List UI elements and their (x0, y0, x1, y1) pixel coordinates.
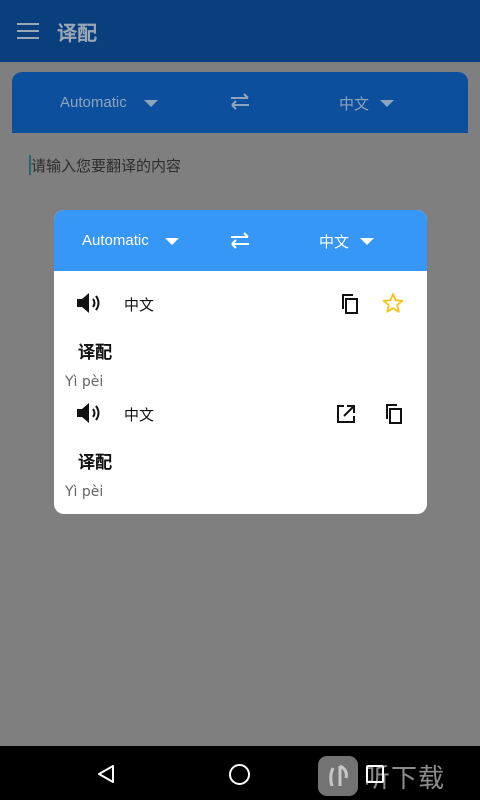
menu-icon[interactable] (17, 23, 39, 39)
watermark-logo-icon (318, 756, 358, 796)
star-icon[interactable] (382, 292, 404, 314)
dialog-source-dropdown-icon[interactable] (165, 238, 179, 245)
open-external-icon[interactable] (335, 403, 357, 425)
source-dropdown-icon[interactable] (144, 100, 158, 107)
translation-result-dialog: Automatic 中文 中文 译配 Yì pèi 中文 译配 Yì pèi (54, 210, 427, 514)
copy-icon[interactable] (339, 293, 361, 315)
dialog-target-language[interactable]: 中文 (319, 231, 349, 252)
result-pinyin: Yì pèi (65, 374, 104, 390)
result-language: 中文 (124, 296, 155, 314)
input-placeholder: 请输入您要翻译的内容 (31, 157, 182, 175)
back-icon[interactable] (96, 764, 116, 784)
speaker-icon[interactable] (76, 291, 104, 315)
system-navigation-bar: 听下载 (0, 746, 480, 800)
source-language-selector[interactable]: Automatic (60, 94, 127, 111)
home-icon[interactable] (229, 764, 250, 785)
language-bar: Automatic 中文 (12, 72, 468, 133)
recent-apps-icon[interactable] (366, 765, 384, 783)
target-dropdown-icon[interactable] (380, 100, 394, 107)
app-title: 译配 (57, 21, 97, 45)
result-pinyin: Yì pèi (65, 484, 104, 500)
copy-icon[interactable] (383, 403, 405, 425)
dialog-target-dropdown-icon[interactable] (360, 238, 374, 245)
dialog-language-bar: Automatic 中文 (54, 210, 427, 271)
dialog-source-language[interactable]: Automatic (82, 232, 149, 249)
app-bar: 译配 (0, 0, 480, 62)
result-word: 译配 (78, 453, 112, 473)
dialog-swap-icon[interactable] (230, 232, 250, 250)
swap-languages-icon[interactable] (230, 93, 250, 111)
result-language: 中文 (124, 406, 155, 424)
result-word: 译配 (78, 343, 112, 363)
target-language-selector[interactable]: 中文 (339, 93, 369, 114)
speaker-icon[interactable] (76, 401, 104, 425)
